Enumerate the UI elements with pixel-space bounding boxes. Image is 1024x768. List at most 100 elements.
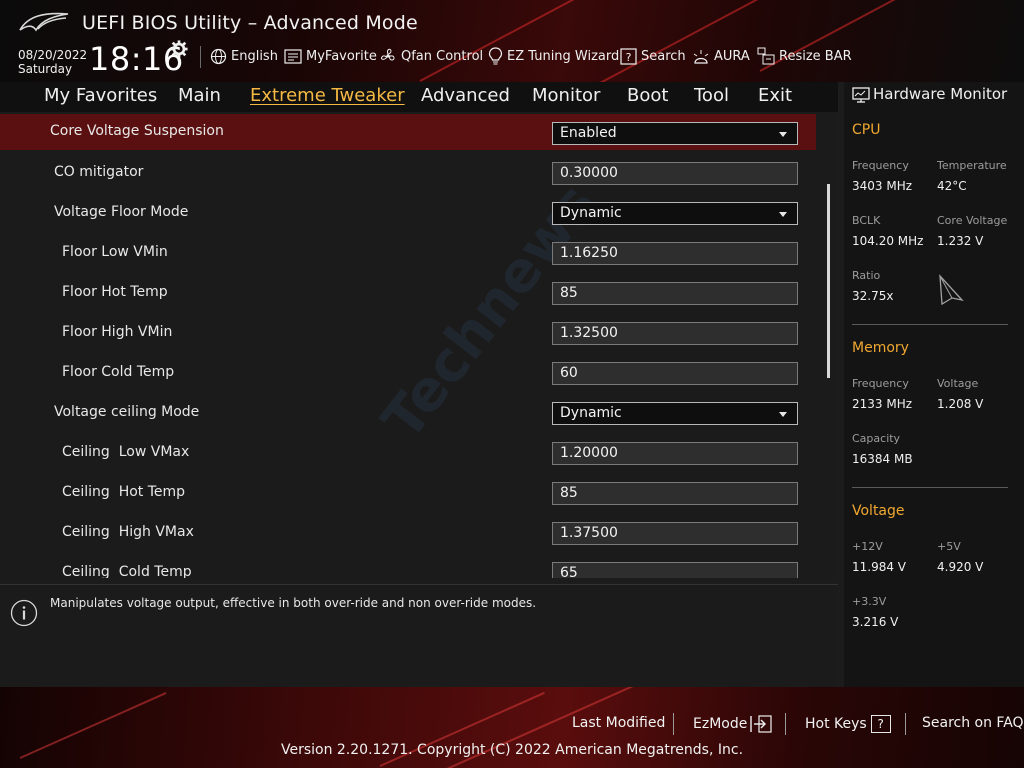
ez-tuning-wizard-button[interactable]: EZ Tuning Wizard — [488, 46, 619, 66]
tab-boot[interactable]: Boot — [627, 85, 668, 106]
ceiling-low-vmax-input[interactable]: 1.20000 — [552, 442, 798, 465]
aura-label: AURA — [714, 48, 750, 64]
setting-label: CO mitigator — [54, 164, 144, 180]
setting-row-core-voltage-suspension[interactable]: Core Voltage Suspension Enabled — [0, 114, 816, 150]
cpu-temperature-label: Temperature — [937, 159, 1007, 172]
v5-label: +5V — [937, 540, 961, 553]
resize-bar-label: Resize BAR — [779, 48, 852, 64]
svg-text:?: ? — [626, 51, 632, 64]
setting-row-floor-hot-temp[interactable]: Floor Hot Temp 85 — [0, 274, 816, 310]
last-modified-button[interactable]: Last Modified — [572, 715, 665, 731]
bulb-icon — [488, 47, 503, 65]
setting-row-voltage-ceiling-mode[interactable]: Voltage ceiling Mode Dynamic — [0, 394, 816, 430]
resize-bar-button[interactable]: Resize BAR — [757, 46, 852, 66]
ratio-value: 32.75x — [852, 289, 894, 303]
setting-label: Voltage ceiling Mode — [54, 404, 200, 420]
setting-label: Ceiling High VMax — [62, 524, 194, 540]
setting-row-floor-high-vmin[interactable]: Floor High VMin 1.32500 — [0, 314, 816, 350]
dropdown-value: Dynamic — [560, 205, 622, 221]
ceiling-hot-temp-input[interactable]: 85 — [552, 482, 798, 505]
setting-label: Floor Cold Temp — [62, 364, 175, 380]
settings-list: Technews Core Voltage Suspension Enabled… — [0, 112, 838, 578]
setting-label: Floor Low VMin — [62, 244, 168, 260]
ceiling-cold-temp-input[interactable]: 65 — [552, 562, 798, 578]
hot-keys-label: Hot Keys — [805, 716, 867, 732]
core-voltage-value: 1.232 V — [937, 234, 984, 248]
co-mitigator-input[interactable]: 0.30000 — [552, 162, 798, 185]
rog-logo-icon — [19, 12, 69, 32]
section-divider — [852, 324, 1008, 325]
search-button[interactable]: ? Search — [620, 46, 686, 66]
voltage-ceiling-mode-select[interactable]: Dynamic — [552, 402, 798, 425]
qfan-control-label: Qfan Control — [401, 48, 484, 64]
setting-row-ceiling-low-vmax[interactable]: Ceiling Low VMax 1.20000 — [0, 434, 816, 470]
help-key-icon: ? — [870, 715, 891, 733]
info-icon — [10, 599, 38, 627]
voltage-floor-mode-select[interactable]: Dynamic — [552, 202, 798, 225]
tab-exit[interactable]: Exit — [758, 85, 792, 106]
setting-row-co-mitigator[interactable]: CO mitigator 0.30000 — [0, 154, 816, 190]
setting-row-ceiling-hot-temp[interactable]: Ceiling Hot Temp 85 — [0, 474, 816, 510]
section-divider — [852, 487, 1008, 488]
help-panel: Manipulates voltage output, effective in… — [0, 584, 838, 687]
setting-label: Ceiling Cold Temp — [62, 564, 192, 578]
qfan-control-button[interactable]: Qfan Control — [379, 46, 483, 66]
floor-hot-temp-input[interactable]: 85 — [552, 282, 798, 305]
setting-row-floor-low-vmin[interactable]: Floor Low VMin 1.16250 — [0, 234, 816, 270]
aura-button[interactable]: AURA — [692, 46, 750, 66]
help-search-icon: ? — [620, 47, 637, 65]
myfavorite-label: MyFavorite — [306, 48, 377, 64]
dropdown-arrow-icon — [779, 212, 787, 217]
ezmode-button[interactable]: EzMode — [693, 715, 772, 733]
memory-frequency-label: Frequency — [852, 377, 909, 390]
floor-low-vmin-input[interactable]: 1.16250 — [552, 242, 798, 265]
floor-cold-temp-input[interactable]: 60 — [552, 362, 798, 385]
setting-row-ceiling-high-vmax[interactable]: Ceiling High VMax 1.37500 — [0, 514, 816, 550]
date-display: 08/20/2022 Saturday — [18, 48, 87, 76]
gear-icon[interactable] — [170, 40, 188, 58]
hot-keys-button[interactable]: Hot Keys ? — [805, 715, 891, 733]
favorite-icon — [284, 48, 302, 64]
tab-advanced[interactable]: Advanced — [421, 85, 510, 106]
dropdown-value: Dynamic — [560, 405, 622, 421]
ceiling-high-vmax-input[interactable]: 1.37500 — [552, 522, 798, 545]
floor-high-vmin-input[interactable]: 1.32500 — [552, 322, 798, 345]
v33-label: +3.3V — [852, 595, 887, 608]
myfavorite-button[interactable]: MyFavorite — [284, 46, 377, 66]
settings-scrollbar[interactable] — [827, 184, 830, 378]
footer-divider — [785, 713, 786, 735]
hardware-monitor-panel: Hardware Monitor CPU Frequency 3403 MHz … — [844, 82, 1024, 687]
setting-row-ceiling-cold-temp[interactable]: Ceiling Cold Temp 65 — [0, 554, 816, 578]
v5-value: 4.920 V — [937, 560, 984, 574]
v12-label: +12V — [852, 540, 883, 553]
core-voltage-label: Core Voltage — [937, 214, 1008, 227]
memory-capacity-label: Capacity — [852, 432, 901, 445]
setting-row-floor-cold-temp[interactable]: Floor Cold Temp 60 — [0, 354, 816, 390]
ezmode-label: EzMode — [693, 716, 748, 732]
core-voltage-suspension-select[interactable]: Enabled — [552, 122, 798, 145]
tab-tool[interactable]: Tool — [694, 85, 729, 106]
header-decoration — [419, 0, 598, 82]
header-decoration — [599, 0, 831, 82]
memory-frequency-value: 2133 MHz — [852, 397, 913, 411]
cpu-heading: CPU — [852, 122, 881, 138]
search-faq-button[interactable]: Search on FAQ — [922, 715, 1024, 731]
version-copyright: Version 2.20.1271. Copyright (C) 2022 Am… — [280, 742, 744, 758]
header-bar: UEFI BIOS Utility – Advanced Mode 08/20/… — [0, 0, 1024, 82]
ratio-label: Ratio — [852, 269, 881, 282]
hardware-monitor-title: Hardware Monitor — [873, 85, 1008, 103]
tab-extreme-tweaker[interactable]: Extreme Tweaker — [250, 85, 405, 106]
memory-voltage-value: 1.208 V — [937, 397, 984, 411]
tab-monitor[interactable]: Monitor — [532, 85, 600, 106]
fan-icon — [381, 48, 395, 61]
language-label: English — [231, 48, 278, 64]
app-title: UEFI BIOS Utility – Advanced Mode — [82, 12, 418, 34]
v33-value: 3.216 V — [852, 615, 899, 629]
dropdown-arrow-icon — [779, 412, 787, 417]
voltage-heading: Voltage — [852, 503, 905, 519]
language-button[interactable]: English — [210, 46, 278, 66]
tab-main[interactable]: Main — [178, 85, 221, 106]
setting-row-voltage-floor-mode[interactable]: Voltage Floor Mode Dynamic — [0, 194, 816, 230]
globe-icon — [210, 48, 227, 64]
tab-my-favorites[interactable]: My Favorites — [44, 85, 157, 106]
